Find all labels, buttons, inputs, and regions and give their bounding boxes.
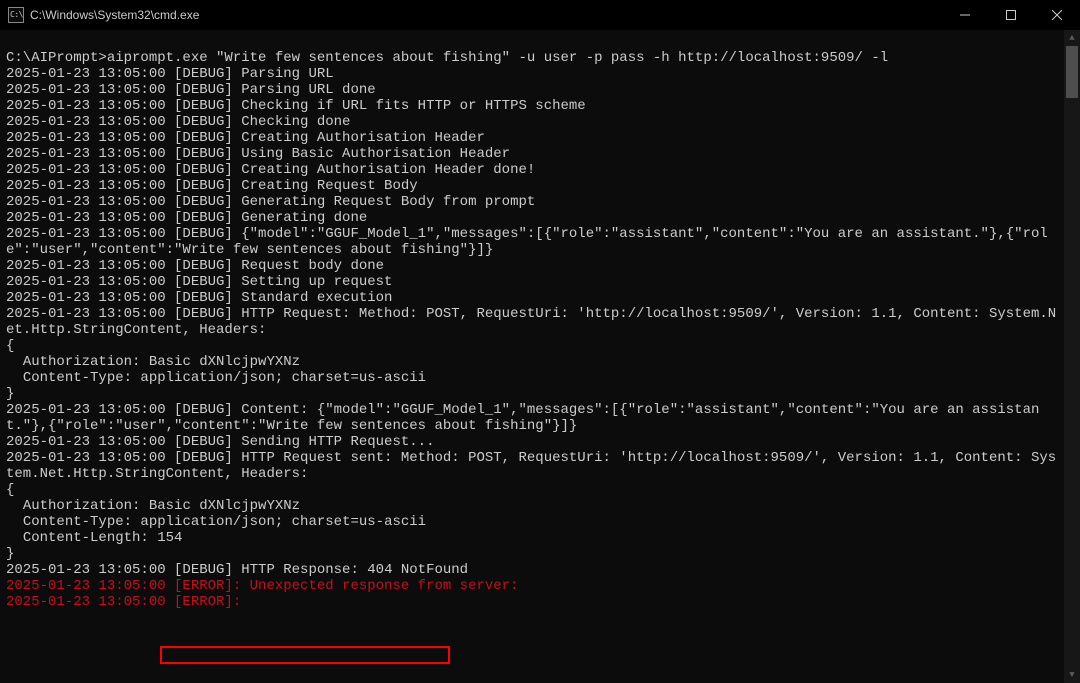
console-area: C:\AIPrompt>aiprompt.exe "Write few sent…: [0, 30, 1080, 683]
maximize-icon: [1006, 10, 1016, 20]
console-line: 2025-01-23 13:05:00 [DEBUG] {"model":"GG…: [6, 226, 1064, 258]
console-line: 2025-01-23 13:05:00 [DEBUG] Parsing URL …: [6, 82, 1064, 98]
console-error-line: 2025-01-23 13:05:00 [ERROR]: Unexpected …: [6, 578, 1064, 594]
console-line: Content-Type: application/json; charset=…: [6, 370, 1064, 386]
log-prefix: 2025-01-23 13:05:00: [6, 562, 174, 578]
console-line: C:\AIPrompt>aiprompt.exe "Write few sent…: [6, 50, 1064, 66]
minimize-button[interactable]: [942, 0, 988, 30]
window-title: C:\Windows\System32\cmd.exe: [30, 8, 199, 22]
window-controls: [942, 0, 1080, 30]
console-line: Content-Type: application/json; charset=…: [6, 514, 1064, 530]
console-line: 2025-01-23 13:05:00 [DEBUG] Setting up r…: [6, 274, 1064, 290]
cmd-icon: C:\: [8, 7, 24, 23]
console-line: 2025-01-23 13:05:00 [DEBUG] Sending HTTP…: [6, 434, 1064, 450]
console-line: 2025-01-23 13:05:00 [DEBUG] Generating R…: [6, 194, 1064, 210]
console-line: }: [6, 386, 1064, 402]
minimize-icon: [960, 10, 970, 20]
console-error-line: 2025-01-23 13:05:00 [ERROR]:: [6, 594, 1064, 610]
console-line: Authorization: Basic dXNlcjpwYXNz: [6, 498, 1064, 514]
console-line: 2025-01-23 13:05:00 [DEBUG] Creating Aut…: [6, 162, 1064, 178]
console-line: 2025-01-23 13:05:00 [DEBUG] Creating Aut…: [6, 130, 1064, 146]
console-line: Content-Length: 154: [6, 530, 1064, 546]
close-button[interactable]: [1034, 0, 1080, 30]
scroll-down-arrow-icon[interactable]: ▼: [1064, 667, 1080, 683]
close-icon: [1052, 10, 1062, 20]
console-line: 2025-01-23 13:05:00 [DEBUG] Creating Req…: [6, 178, 1064, 194]
console-line: 2025-01-23 13:05:00 [DEBUG] Content: {"m…: [6, 402, 1064, 434]
scroll-up-arrow-icon[interactable]: ▲: [1064, 30, 1080, 46]
scroll-thumb[interactable]: [1066, 46, 1078, 98]
console-line: {: [6, 338, 1064, 354]
console-line: 2025-01-23 13:05:00 [DEBUG] Request body…: [6, 258, 1064, 274]
console-line: Authorization: Basic dXNlcjpwYXNz: [6, 354, 1064, 370]
console-line: 2025-01-23 13:05:00 [DEBUG] Checking if …: [6, 98, 1064, 114]
console-line: 2025-01-23 13:05:00 [DEBUG] HTTP Respons…: [6, 562, 1064, 578]
http-response-highlighted: [DEBUG] HTTP Response: 404 NotFound: [174, 562, 468, 578]
console-line: 2025-01-23 13:05:00 [DEBUG] HTTP Request…: [6, 450, 1064, 482]
console-line: 2025-01-23 13:05:00 [DEBUG] Using Basic …: [6, 146, 1064, 162]
console-line: [6, 34, 1064, 50]
console-line: {: [6, 482, 1064, 498]
console-line: 2025-01-23 13:05:00 [DEBUG] Generating d…: [6, 210, 1064, 226]
console-line: 2025-01-23 13:05:00 [DEBUG] HTTP Request…: [6, 306, 1064, 338]
console-line: 2025-01-23 13:05:00 [DEBUG] Parsing URL: [6, 66, 1064, 82]
console-output[interactable]: C:\AIPrompt>aiprompt.exe "Write few sent…: [0, 30, 1064, 683]
console-line: }: [6, 546, 1064, 562]
maximize-button[interactable]: [988, 0, 1034, 30]
window-titlebar: C:\ C:\Windows\System32\cmd.exe: [0, 0, 1080, 30]
console-line: 2025-01-23 13:05:00 [DEBUG] Checking don…: [6, 114, 1064, 130]
vertical-scrollbar[interactable]: ▲ ▼: [1064, 30, 1080, 683]
console-line: 2025-01-23 13:05:00 [DEBUG] Standard exe…: [6, 290, 1064, 306]
